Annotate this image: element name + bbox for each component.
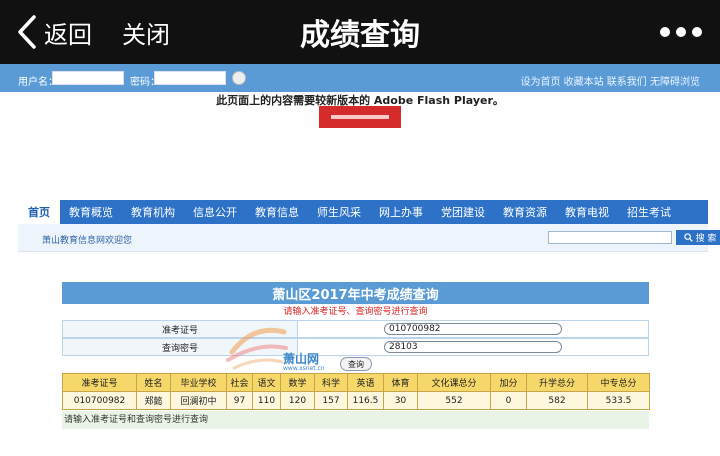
table-cell: 582: [526, 391, 588, 410]
col-header: 升学总分: [526, 373, 588, 392]
sub-nav: 萧山教育信息网欢迎您 搜 索: [18, 224, 720, 252]
table-cell: 0: [490, 391, 527, 410]
close-button[interactable]: 关闭: [122, 10, 170, 54]
col-header: 姓名: [136, 373, 171, 392]
username-input[interactable]: [52, 71, 124, 85]
back-button[interactable]: 返回: [16, 10, 92, 54]
nav-item-tv[interactable]: 教育电视: [556, 200, 618, 224]
table-row: 010700982 郑懿 回澜初中 97 110 120 157 116.5 3…: [62, 391, 650, 410]
app-bar: 返回 关闭 成绩查询: [0, 0, 720, 64]
nav-item-home[interactable]: 首页: [18, 200, 60, 224]
col-header: 英语: [347, 373, 384, 392]
query-hint: 请输入准考证号、查询密号进行查询: [283, 307, 428, 317]
results-header-row: 准考证号 姓名 毕业学校 社会 语文 数学 科学 英语 体育 文化课总分 加分 …: [62, 373, 650, 392]
table-cell: 97: [226, 391, 253, 410]
chevron-left-icon: [18, 15, 36, 49]
nav-item-news[interactable]: 教育信息: [246, 200, 308, 224]
nav-item-showcase[interactable]: 师生风采: [308, 200, 370, 224]
nav-item-overview[interactable]: 教育概览: [60, 200, 122, 224]
col-header: 中专总分: [587, 373, 650, 392]
col-header: 科学: [314, 373, 348, 392]
main-nav: 首页 教育概览 教育机构 信息公开 教育信息 师生风采 网上办事 党团建设 教育…: [18, 200, 708, 224]
table-cell: 552: [417, 391, 491, 410]
site-links[interactable]: 设为首页 收藏本站 联系我们 无障碍浏览: [520, 73, 700, 88]
adobe-logo[interactable]: [319, 106, 401, 128]
welcome-text: 萧山教育信息网欢迎您: [42, 236, 133, 246]
col-header: 语文: [252, 373, 281, 392]
exam-number-row: 准考证号 010700982: [62, 320, 649, 338]
col-header: 数学: [280, 373, 315, 392]
col-header: 毕业学校: [170, 373, 227, 392]
query-password-input[interactable]: 28103: [384, 341, 562, 353]
table-cell: 157: [314, 391, 348, 410]
watermark-url: www.xsnet.cn: [283, 365, 325, 372]
login-bar: 用户名： 密码： 设为首页 收藏本站 联系我们 无障碍浏览: [0, 64, 720, 92]
table-cell: 533.5: [587, 391, 650, 410]
table-cell: 回澜初中: [170, 391, 227, 410]
password-input[interactable]: [154, 71, 226, 85]
table-cell: 120: [280, 391, 315, 410]
nav-item-institutions[interactable]: 教育机构: [122, 200, 184, 224]
table-cell: 郑懿: [136, 391, 171, 410]
col-header: 社会: [226, 373, 253, 392]
nav-item-online-services[interactable]: 网上办事: [370, 200, 432, 224]
results-table: 准考证号 姓名 毕业学校 社会 语文 数学 科学 英语 体育 文化课总分 加分 …: [62, 373, 650, 410]
nav-item-resources[interactable]: 教育资源: [494, 200, 556, 224]
query-button[interactable]: 查询: [340, 357, 372, 371]
col-header: 体育: [383, 373, 418, 392]
back-label: 返回: [44, 20, 92, 49]
col-header: 加分: [490, 373, 527, 392]
query-title: 萧山区2017年中考成绩查询: [62, 282, 649, 304]
submit-icon[interactable]: [232, 71, 246, 85]
search-input[interactable]: [548, 231, 672, 244]
nav-item-admissions[interactable]: 招生考试: [618, 200, 680, 224]
table-cell: 30: [383, 391, 418, 410]
search-button[interactable]: 搜 索: [676, 230, 720, 245]
col-header: 准考证号: [62, 373, 137, 392]
table-cell: 116.5: [347, 391, 384, 410]
query-password-row: 查询密号 28103: [62, 338, 649, 356]
table-cell: 010700982: [62, 391, 137, 410]
nav-item-disclosure[interactable]: 信息公开: [184, 200, 246, 224]
exam-number-input[interactable]: 010700982: [384, 323, 562, 335]
table-cell: 110: [252, 391, 281, 410]
page-title: 成绩查询: [300, 18, 420, 53]
nav-item-party[interactable]: 党团建设: [432, 200, 494, 224]
col-header: 文化课总分: [417, 373, 491, 392]
query-instructions: 请输入准考证号和查询密号进行查询: [62, 411, 649, 429]
search-button-label: 搜 索: [695, 234, 717, 244]
search-icon: [683, 233, 693, 242]
more-options-icon[interactable]: [660, 22, 702, 42]
